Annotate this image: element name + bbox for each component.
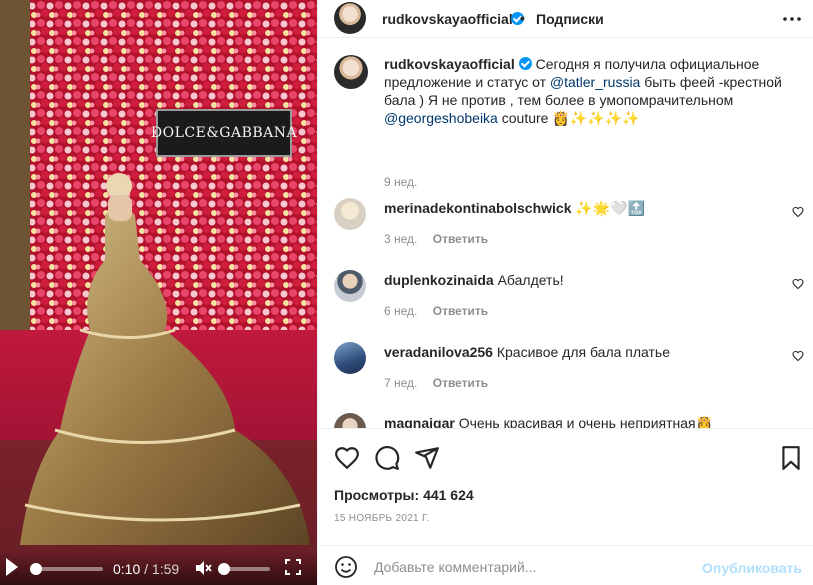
- avatar[interactable]: [334, 55, 368, 89]
- like-icon[interactable]: [334, 445, 360, 471]
- reply-button[interactable]: Ответить: [433, 232, 488, 246]
- avatar[interactable]: [334, 413, 366, 428]
- video-controls: 0:10 / 1:59: [0, 551, 317, 585]
- header-separator: •: [520, 10, 525, 26]
- mute-icon[interactable]: [194, 559, 212, 577]
- caption-text: rudkovskayaofficial Сегодня я получила о…: [384, 55, 809, 127]
- comment-item: duplenkozinaida Абалдеть! 6 нед. Ответит…: [334, 270, 804, 330]
- post-actions: Просмотры: 441 624 15 НОЯБРЬ 2021 Г.: [318, 428, 813, 545]
- play-icon[interactable]: [6, 558, 18, 576]
- comment-icon[interactable]: [374, 445, 400, 471]
- post-video[interactable]: DOLCE&GABBANA 0:10 / 1:59: [0, 0, 317, 585]
- author-username[interactable]: rudkovskayaofficial: [382, 11, 513, 27]
- comment-username[interactable]: duplenkozinaida: [384, 272, 494, 288]
- comments-list[interactable]: rudkovskayaofficial Сегодня я получила о…: [318, 39, 813, 428]
- post-header: rudkovskayaofficial • Подписки: [318, 0, 813, 38]
- comment-username[interactable]: veradanilova256: [384, 344, 493, 360]
- caption-age[interactable]: 9 нед.: [384, 175, 417, 189]
- brand-sign: DOLCE&GABBANA: [151, 109, 297, 157]
- seek-handle[interactable]: [29, 563, 42, 575]
- avatar[interactable]: [334, 342, 366, 374]
- reply-button[interactable]: Ответить: [433, 376, 488, 390]
- post-date[interactable]: 15 НОЯБРЬ 2021 Г.: [334, 513, 430, 524]
- post-comment-button[interactable]: Опубликовать: [702, 560, 802, 576]
- like-comment-icon[interactable]: [792, 350, 804, 362]
- comment-item: merinadekontinabolschwick ✨🌟🤍🔝 3 нед. От…: [334, 198, 804, 258]
- comment-item: veradanilova256 Красивое для бала платье…: [334, 342, 804, 402]
- comment-composer: Опубликовать: [318, 545, 813, 585]
- caption-username[interactable]: rudkovskayaofficial: [384, 56, 515, 72]
- volume-slider[interactable]: [218, 563, 270, 575]
- avatar[interactable]: [334, 198, 366, 230]
- comment-username[interactable]: merinadekontinabolschwick: [384, 200, 572, 216]
- video-frame-image: [0, 0, 317, 585]
- comment-input[interactable]: [374, 554, 694, 580]
- view-count[interactable]: Просмотры: 441 624: [334, 487, 474, 503]
- comment-age[interactable]: 6 нед.: [384, 304, 417, 318]
- comment-body: ✨🌟🤍🔝: [575, 200, 646, 216]
- caption-text-part: couture 👸✨✨✨✨: [501, 110, 640, 126]
- duration: 1:59: [151, 561, 180, 577]
- comment-meta: 3 нед. Ответить: [384, 232, 488, 246]
- comment-body: Очень красивая и очень неприятная👸: [458, 415, 714, 428]
- comment-text: magnaigar Очень красивая и очень неприят…: [384, 415, 713, 428]
- avatar[interactable]: [334, 270, 366, 302]
- comment-meta: 6 нед. Ответить: [384, 304, 488, 318]
- comment-username[interactable]: magnaigar: [384, 415, 455, 428]
- time-separator: /: [144, 561, 149, 577]
- mention-link[interactable]: @tatler_russia: [550, 74, 640, 90]
- like-comment-icon[interactable]: [792, 206, 804, 218]
- avatar[interactable]: [334, 2, 366, 34]
- comment-body: Красивое для бала платье: [496, 344, 671, 360]
- comment-text: merinadekontinabolschwick ✨🌟🤍🔝: [384, 200, 645, 217]
- more-options-icon[interactable]: [782, 10, 802, 28]
- views-label: Просмотры:: [334, 487, 420, 503]
- current-time: 0:10: [113, 561, 141, 577]
- comment-text: duplenkozinaida Абалдеть!: [384, 272, 564, 288]
- emoji-icon[interactable]: [334, 555, 358, 579]
- following-button[interactable]: Подписки: [536, 11, 604, 27]
- share-icon[interactable]: [414, 445, 440, 471]
- like-comment-icon[interactable]: [792, 278, 804, 290]
- volume-handle[interactable]: [218, 563, 230, 575]
- comment-text: veradanilova256 Красивое для бала платье: [384, 344, 670, 360]
- comment-age[interactable]: 7 нед.: [384, 376, 417, 390]
- comment-meta: 7 нед. Ответить: [384, 376, 488, 390]
- views-value: 441 624: [423, 487, 474, 503]
- post-sidebar: rudkovskayaofficial • Подписки rudkovska…: [317, 0, 813, 585]
- comment-body: Абалдеть!: [497, 272, 564, 288]
- comment-age[interactable]: 3 нед.: [384, 232, 417, 246]
- fullscreen-icon[interactable]: [285, 559, 301, 575]
- verified-icon: [518, 57, 532, 70]
- reply-button[interactable]: Ответить: [433, 304, 488, 318]
- seek-bar[interactable]: [29, 563, 103, 575]
- mention-link[interactable]: @georgeshobeika: [384, 110, 498, 126]
- comment-item: magnaigar Очень красивая и очень неприят…: [334, 413, 804, 428]
- timecode: 0:10 / 1:59: [113, 561, 179, 577]
- save-icon[interactable]: [778, 445, 804, 471]
